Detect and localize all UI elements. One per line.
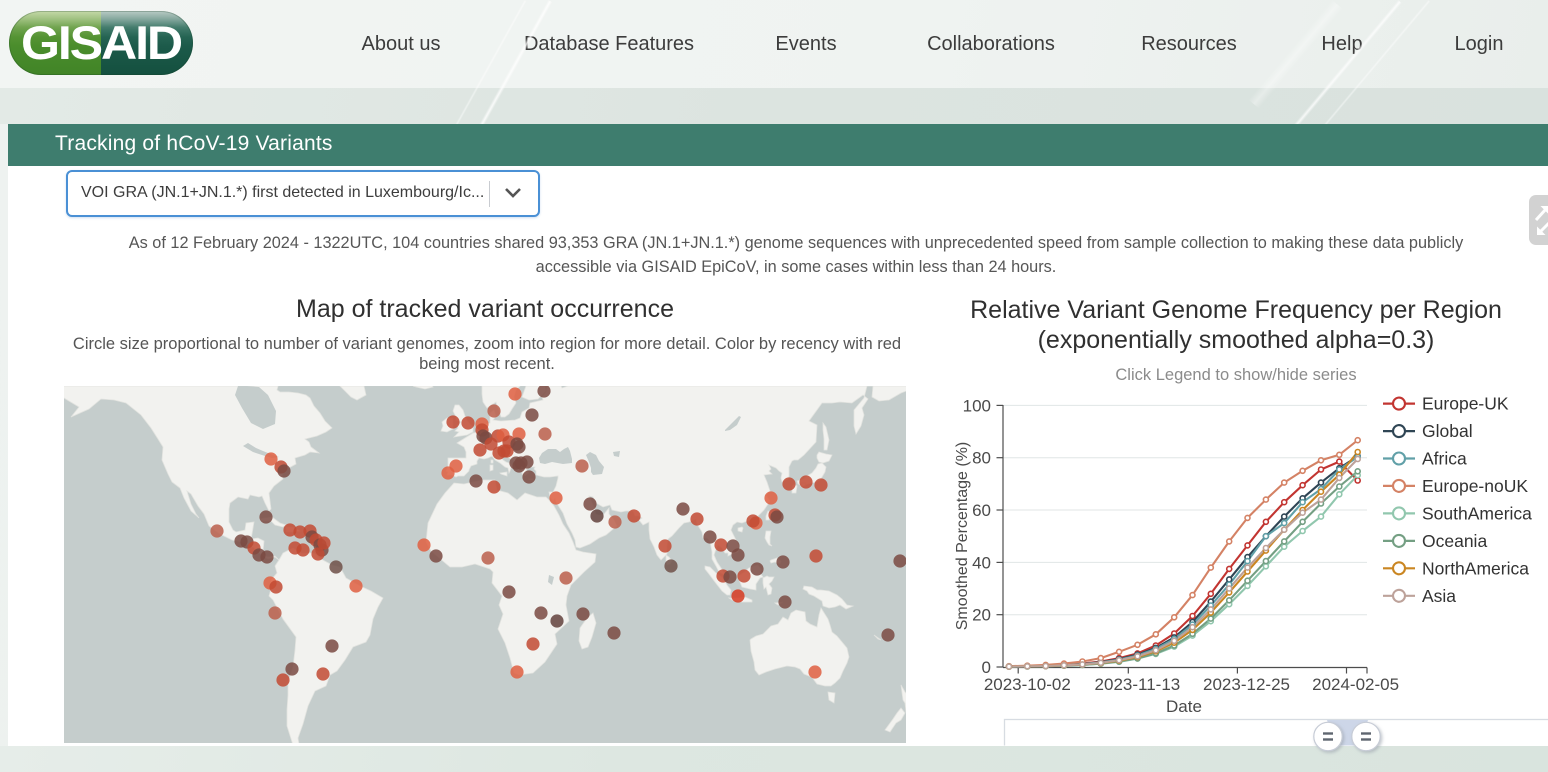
svg-text:Smoothed Percentage (%): Smoothed Percentage (%) [954,442,971,631]
svg-text:NorthAmerica: NorthAmerica [1422,558,1529,578]
svg-text:Global: Global [1422,421,1473,441]
svg-text:2023-12-25: 2023-12-25 [1203,675,1290,694]
svg-text:60: 60 [972,501,991,520]
svg-text:80: 80 [972,449,991,468]
svg-text:2023-11-13: 2023-11-13 [1095,675,1181,694]
svg-text:Europe-noUK: Europe-noUK [1422,476,1528,496]
svg-text:Africa: Africa [1422,449,1467,469]
svg-text:GISAID: GISAID [21,16,181,69]
svg-text:Date: Date [1166,697,1202,716]
svg-text:SouthAmerica: SouthAmerica [1422,503,1532,523]
svg-text:Oceania: Oceania [1422,531,1487,551]
svg-text:2024-02-05: 2024-02-05 [1312,675,1399,694]
svg-text:Europe-UK: Europe-UK [1422,394,1509,414]
svg-text:100: 100 [963,396,991,415]
svg-text:20: 20 [972,606,991,625]
svg-text:40: 40 [972,553,991,572]
svg-text:2023-10-02: 2023-10-02 [984,675,1071,694]
svg-text:Asia: Asia [1422,586,1456,606]
